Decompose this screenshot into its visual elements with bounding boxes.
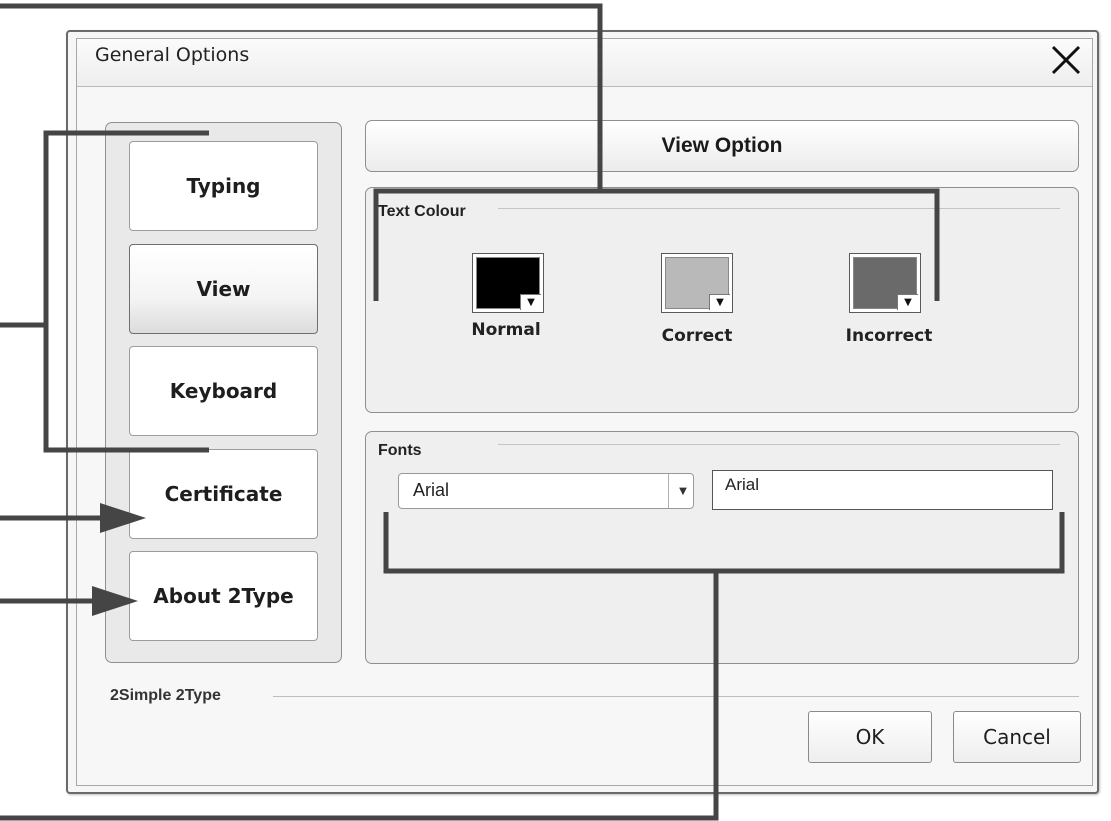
font-select-value: Arial <box>413 480 450 500</box>
window-title: General Options <box>95 44 250 66</box>
sidebar-item-keyboard[interactable]: Keyboard <box>129 346 318 436</box>
normal-colour-label: Normal <box>471 320 541 340</box>
group-divider <box>498 208 1060 209</box>
group-divider <box>498 444 1060 445</box>
normal-colour-picker[interactable]: ▼ <box>472 253 544 313</box>
correct-colour-picker[interactable]: ▼ <box>661 253 733 313</box>
close-icon[interactable] <box>1048 42 1084 78</box>
incorrect-colour-picker[interactable]: ▼ <box>849 253 921 313</box>
correct-colour-label: Correct <box>661 326 733 346</box>
sidebar-item-typing[interactable]: Typing <box>129 141 318 231</box>
page-title: View Option <box>365 120 1079 172</box>
ok-button[interactable]: OK <box>808 711 932 763</box>
fonts-title: Fonts <box>378 442 422 459</box>
sidebar-item-certificate[interactable]: Certificate <box>129 449 318 539</box>
incorrect-colour-label: Incorrect <box>845 326 933 346</box>
sidebar-item-view[interactable]: View <box>129 244 318 334</box>
font-preview-field[interactable]: Arial <box>712 470 1053 510</box>
chevron-down-icon: ▼ <box>897 294 918 310</box>
footer-divider <box>273 696 1079 697</box>
cancel-button[interactable]: Cancel <box>953 711 1081 763</box>
select-divider <box>668 474 669 508</box>
sidebar-item-about[interactable]: About 2Type <box>129 551 318 641</box>
text-colour-title: Text Colour <box>378 203 466 220</box>
fonts-group <box>365 431 1079 664</box>
chevron-down-icon: ▼ <box>709 294 730 310</box>
chevron-down-icon: ▼ <box>520 294 541 310</box>
chevron-down-icon[interactable]: ▼ <box>674 481 692 501</box>
brand-label: 2Simple 2Type <box>110 687 221 704</box>
